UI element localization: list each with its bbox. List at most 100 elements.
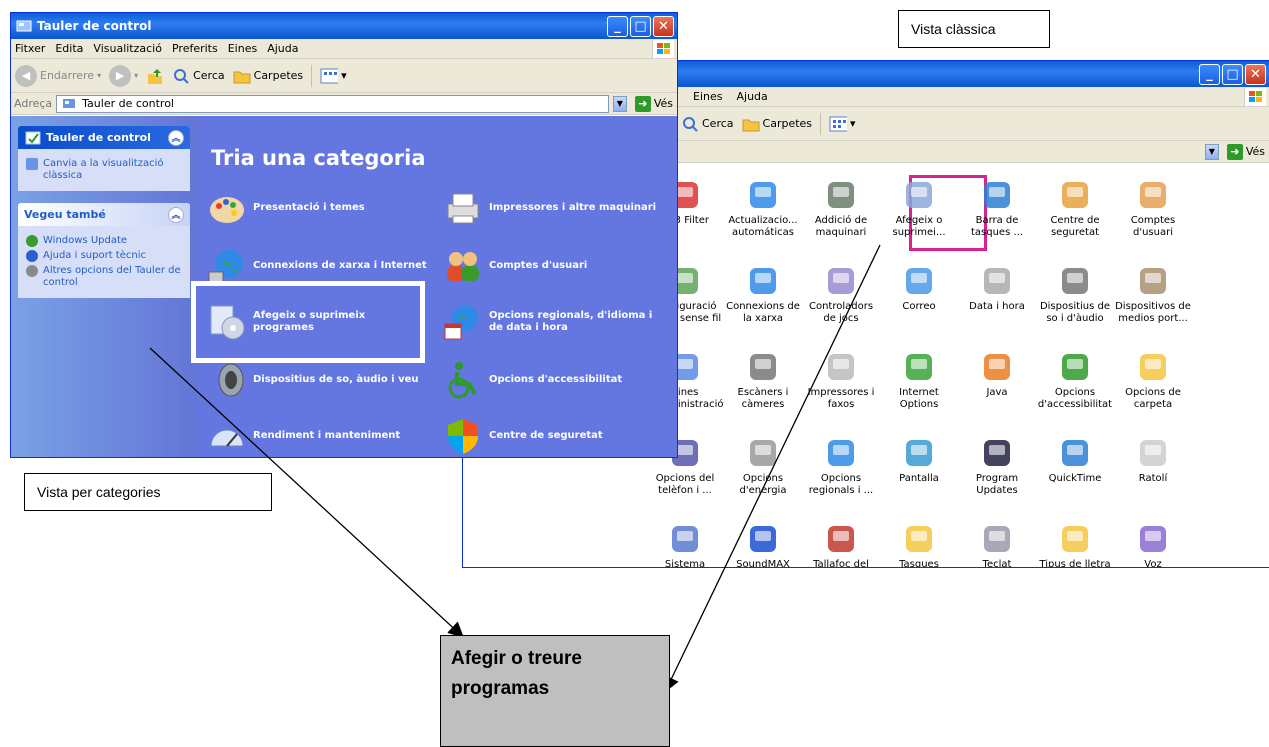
control-panel-item[interactable]: Escàners i càmeres (723, 350, 803, 411)
back-button[interactable]: ◀ Endarrere ▾ (15, 64, 101, 87)
control-panel-item-label: Barra de tasques ... (970, 215, 1024, 238)
menu-visualitzacio[interactable]: Visualització (93, 42, 162, 55)
control-panel-item[interactable]: Correo (879, 264, 959, 313)
go-button[interactable]: ➜ Vés (631, 95, 677, 112)
search-button[interactable]: Cerca (681, 115, 734, 133)
views-button[interactable]: ▾ (829, 115, 856, 133)
menu-fitxer[interactable]: Fitxer (15, 42, 45, 55)
menu-preferits[interactable]: Preferits (172, 42, 218, 55)
control-panel-item[interactable]: Teclat (957, 522, 1037, 567)
menu-eines[interactable]: Eines (228, 42, 257, 55)
see-also-title: Vegeu també (24, 208, 106, 221)
category-security-center[interactable]: Centre de seguretat (443, 416, 668, 456)
control-panel-box: Tauler de control ︽ Canvia a la visualit… (18, 126, 190, 191)
control-panel-item[interactable]: Addició de maquinari (801, 178, 881, 239)
control-panel-item[interactable]: Program Updates (957, 436, 1037, 497)
close-button[interactable]: ✕ (653, 15, 674, 37)
control-panel-item-icon (984, 440, 1010, 466)
control-panel-box-header[interactable]: Tauler de control ︽ (18, 126, 190, 149)
go-button[interactable]: ➜ Vés (1223, 143, 1269, 160)
control-panel-item-icon (906, 354, 932, 380)
control-panel-item[interactable]: Tipus de lletra (1035, 522, 1115, 567)
control-panel-item[interactable]: Dispositius de so i d'àudio (1035, 264, 1115, 325)
category-appearance[interactable]: Presentació i temes (207, 188, 427, 228)
control-panel-item-icon (906, 268, 932, 294)
control-panel-item[interactable]: Centre de seguretat (1035, 178, 1115, 239)
category-user-accounts[interactable]: Comptes d'usuari (443, 246, 668, 286)
control-panel-item[interactable]: Tallafoc del Windows (801, 522, 881, 567)
forward-button[interactable]: ▶ ▾ (109, 64, 138, 87)
minimize-button[interactable]: _ (1199, 63, 1220, 85)
collapse-chevron-icon[interactable]: ︽ (168, 129, 184, 146)
up-folder-icon[interactable] (146, 67, 164, 85)
help-support-link[interactable]: Ajuda i suport tècnic (26, 250, 182, 262)
views-button[interactable]: ▾ (320, 67, 347, 85)
folders-button[interactable]: Carpetes (742, 115, 812, 133)
control-panel-item[interactable]: Afegeix o suprimei... (879, 178, 959, 239)
category-view-window: Tauler de control _ □ ✕ Fitxer Edita Vis… (10, 12, 678, 458)
other-options-label: Altres opcions del Tauler de control (43, 265, 181, 288)
folder-icon (742, 115, 760, 133)
control-panel-item[interactable]: Data i hora (957, 264, 1037, 313)
control-panel-item[interactable]: Comptes d'usuari (1113, 178, 1193, 239)
control-panel-item[interactable]: QuickTime (1035, 436, 1115, 485)
folders-label: Carpetes (253, 69, 304, 82)
category-performance[interactable]: Rendiment i manteniment (207, 416, 427, 456)
control-panel-item[interactable]: Opcions regionals i ... (801, 436, 881, 497)
see-also-header[interactable]: Vegeu també ︽ (18, 203, 190, 226)
back-label: Endarrere (40, 69, 95, 82)
control-panel-item[interactable]: Controladors de jocs (801, 264, 881, 325)
control-panel-item-icon (750, 268, 776, 294)
minimize-button[interactable]: _ (607, 15, 628, 37)
category-title-bar: Tauler de control _ □ ✕ (11, 13, 677, 39)
category-body: Tauler de control ︽ Canvia a la visualit… (11, 116, 677, 457)
classic-view-callout: Vista clàssica (898, 10, 1050, 48)
address-dropdown-button[interactable]: ▼ (1204, 143, 1219, 160)
control-panel-item[interactable]: Dispositivos de medios port... (1113, 264, 1193, 325)
control-panel-item[interactable]: Voz (1113, 522, 1193, 567)
control-panel-item[interactable]: Connexions de la xarxa (723, 264, 803, 325)
control-panel-item[interactable]: SoundMAX AudioESP (723, 522, 803, 567)
add-remove-programs-callout: Afegir o treure programas (440, 635, 670, 747)
control-panel-item[interactable]: Sistema (645, 522, 725, 567)
menu-ajuda[interactable]: Ajuda (736, 90, 767, 103)
search-button[interactable]: Cerca (172, 67, 225, 85)
address-dropdown-button[interactable]: ▼ (612, 95, 627, 112)
control-panel-item-icon (1062, 182, 1088, 208)
close-button[interactable]: ✕ (1245, 63, 1266, 85)
other-options-link[interactable]: Altres opcions del Tauler de control (26, 265, 182, 289)
category-sound-audio[interactable]: Dispositius de so, àudio i veu (207, 360, 427, 400)
gear-icon (26, 265, 38, 277)
category-printers[interactable]: Impressores i altre maquinari (443, 188, 668, 228)
category-network[interactable]: Connexions de xarxa i Internet (207, 246, 427, 286)
control-panel-item[interactable]: Opcions de carpeta (1113, 350, 1193, 411)
control-panel-item[interactable]: Java (957, 350, 1037, 399)
windows-update-link[interactable]: Windows Update (26, 235, 182, 247)
address-field[interactable]: Tauler de control (56, 94, 609, 113)
control-panel-item[interactable]: Tasques planificades (879, 522, 959, 567)
control-panel-item[interactable]: Opcions d'energia (723, 436, 803, 497)
add-remove-highlight-box (191, 281, 425, 363)
maximize-button[interactable]: □ (1222, 63, 1243, 85)
control-panel-item-icon (750, 354, 776, 380)
folders-button[interactable]: Carpetes (233, 67, 304, 85)
control-panel-item[interactable]: Opcions d'accessibilitat (1035, 350, 1115, 411)
control-panel-item[interactable]: Internet Options (879, 350, 959, 411)
collapse-chevron-icon[interactable]: ︽ (168, 206, 184, 223)
menu-ajuda[interactable]: Ajuda (267, 42, 298, 55)
category-accessibility[interactable]: Opcions d'accessibilitat (443, 360, 668, 400)
control-panel-item[interactable]: Actualizacio... automáticas (723, 178, 803, 239)
control-panel-item[interactable]: Ratolí (1113, 436, 1193, 485)
control-panel-item[interactable]: Impressores i faxos (801, 350, 881, 411)
network-globe-icon (208, 250, 243, 283)
switch-to-classic-link[interactable]: Canvia a la visualització clàssica (26, 158, 182, 182)
menu-edita[interactable]: Edita (55, 42, 83, 55)
menu-eines[interactable]: Eines (693, 90, 722, 103)
control-panel-item[interactable]: Barra de tasques ... (957, 178, 1037, 239)
category-regional-options[interactable]: Opcions regionals, d'idioma i de data i … (443, 302, 668, 342)
printer-icon (447, 193, 479, 224)
control-panel-item[interactable]: Pantalla (879, 436, 959, 485)
help-icon (26, 250, 38, 262)
maximize-button[interactable]: □ (630, 15, 651, 37)
control-panel-item-label: Addició de maquinari (814, 215, 868, 238)
